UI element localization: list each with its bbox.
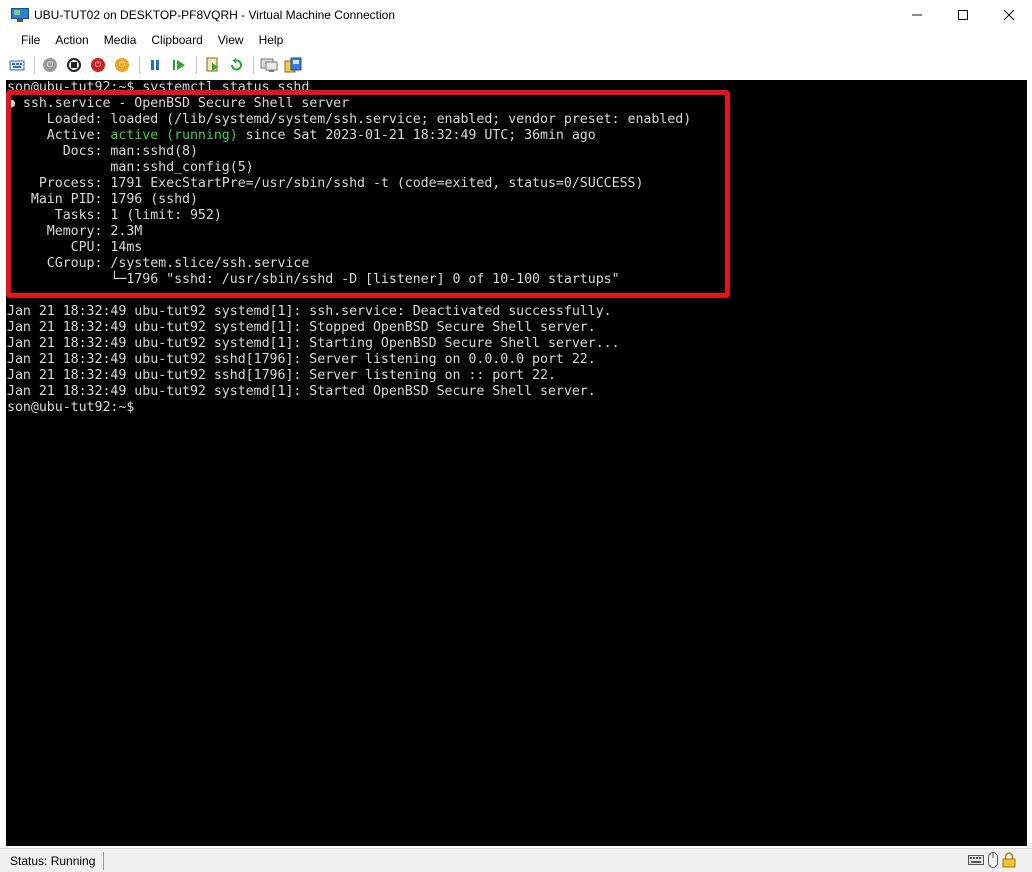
save-button[interactable]: ⏻ [111, 54, 133, 76]
status-bar: Status: Running [0, 848, 1032, 872]
resume-button[interactable] [168, 54, 190, 76]
terminal-prompt: son@ubu-tut92:~$ [7, 400, 135, 415]
lock-icon [1002, 852, 1016, 868]
menu-bar: File Action Media Clipboard View Help [0, 30, 1032, 50]
vm-connection-icon [11, 8, 29, 22]
turn-off-icon [67, 58, 81, 72]
log-line: Jan 21 18:32:49 ubu-tut92 sshd[1796]: Se… [7, 368, 556, 383]
save-icon: ⏻ [115, 58, 129, 72]
toolbar: ⏻ ⏻ ⏻ [0, 52, 1032, 78]
shutdown-button[interactable]: ⏻ [87, 54, 109, 76]
pause-icon [151, 60, 159, 70]
keyboard-icon [968, 855, 984, 865]
menu-help[interactable]: Help [251, 33, 291, 47]
revert-button[interactable] [225, 54, 247, 76]
pause-button[interactable] [144, 54, 166, 76]
menu-media[interactable]: Media [96, 33, 144, 47]
mouse-icon [988, 852, 998, 868]
start-icon: ⏻ [43, 58, 57, 72]
checkpoint-button[interactable] [201, 54, 223, 76]
log-line: Jan 21 18:32:49 ubu-tut92 sshd[1796]: Se… [7, 352, 596, 367]
turn-off-button[interactable] [63, 54, 85, 76]
minimize-icon [912, 14, 922, 16]
log-line: Jan 21 18:32:49 ubu-tut92 systemd[1]: ss… [7, 304, 612, 319]
window-title: UBU-TUT02 on DESKTOP-PF8VQRH - Virtual M… [34, 8, 396, 22]
vm-console-screen[interactable]: son@ubu-tut92:~$ systemctl status sshd ●… [6, 80, 1027, 846]
red-highlight-box [6, 90, 730, 298]
log-line: Jan 21 18:32:49 ubu-tut92 systemd[1]: St… [7, 384, 596, 399]
resume-icon [173, 60, 185, 70]
title-bar: UBU-TUT02 on DESKTOP-PF8VQRH - Virtual M… [0, 0, 1032, 30]
toolbar-separator [34, 56, 35, 74]
enhanced-session-button[interactable] [258, 54, 280, 76]
checkpoint-icon [206, 57, 218, 72]
toolbar-separator [196, 56, 197, 74]
maximize-button[interactable] [940, 0, 986, 30]
ctrl-alt-del-icon [9, 60, 25, 71]
close-icon [1004, 10, 1014, 20]
menu-action[interactable]: Action [47, 33, 95, 47]
window-controls [894, 0, 1032, 30]
close-button[interactable] [986, 0, 1032, 30]
menu-clipboard[interactable]: Clipboard [143, 33, 209, 47]
minimize-button[interactable] [894, 0, 940, 30]
enhanced-session-icon [260, 58, 278, 72]
toolbar-separator [253, 56, 254, 74]
ctrl-alt-del-button[interactable] [6, 54, 28, 76]
log-line: Jan 21 18:32:49 ubu-tut92 systemd[1]: St… [7, 320, 596, 335]
maximize-icon [958, 10, 968, 20]
shutdown-icon: ⏻ [91, 58, 105, 72]
vm-status-text: Status: Running [10, 851, 105, 870]
share-button[interactable] [282, 54, 304, 76]
revert-icon [231, 58, 242, 71]
toolbar-separator [139, 56, 140, 74]
status-icons [968, 852, 1016, 868]
menu-file[interactable]: File [13, 33, 47, 47]
menu-view[interactable]: View [210, 33, 251, 47]
start-button[interactable]: ⏻ [39, 54, 61, 76]
log-line: Jan 21 18:32:49 ubu-tut92 systemd[1]: St… [7, 336, 620, 351]
share-icon [284, 57, 302, 73]
